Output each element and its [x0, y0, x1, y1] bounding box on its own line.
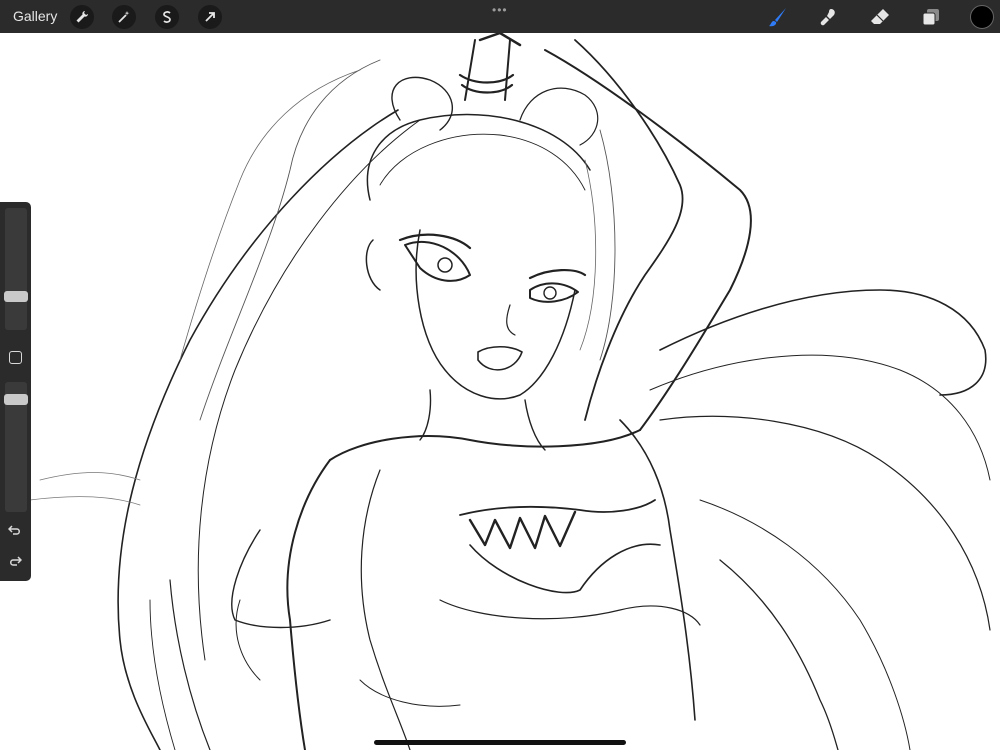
sketch-stroke	[231, 529, 331, 629]
sketch-stroke	[519, 87, 599, 146]
sketch-stroke	[360, 469, 411, 750]
redo-icon	[10, 556, 23, 566]
sketch-stroke	[544, 49, 752, 431]
transform-button[interactable]	[198, 5, 222, 29]
wrench-icon	[76, 11, 88, 23]
sketch-stroke	[506, 304, 516, 336]
sketch-stroke	[329, 429, 641, 461]
sketch-stroke	[366, 113, 591, 201]
sketch-stroke	[468, 510, 577, 550]
sketch-stroke	[359, 679, 461, 707]
sketch-stroke	[619, 419, 696, 721]
sketch-stroke	[404, 240, 471, 282]
actions-button[interactable]	[70, 5, 94, 29]
sketch-stroke	[437, 257, 453, 273]
sketch-stroke	[719, 559, 839, 750]
sketch-stroke	[286, 459, 331, 750]
sketch-stroke	[477, 345, 523, 371]
sketch-stroke	[659, 415, 991, 631]
smudge-icon	[820, 9, 835, 26]
sketch-stroke	[699, 499, 911, 750]
sketch-stroke	[419, 389, 546, 451]
sketch-stroke	[478, 33, 522, 47]
sketch-stroke	[459, 499, 656, 516]
top-toolbar: Gallery •••	[0, 0, 1000, 33]
sketch-stroke	[579, 159, 597, 351]
sketch-stroke	[29, 472, 141, 506]
modify-button[interactable]	[9, 351, 22, 364]
brush-size-thumb[interactable]	[4, 291, 28, 303]
sketch-stroke	[169, 579, 211, 750]
eraser-tool-button[interactable]	[869, 6, 891, 28]
sketch-stroke	[179, 69, 361, 361]
magic-wand-icon	[118, 11, 130, 23]
layers-button[interactable]	[920, 6, 942, 28]
redo-button[interactable]	[8, 555, 23, 570]
layers-icon	[922, 9, 939, 26]
brush-size-slider[interactable]	[5, 208, 27, 330]
gallery-button[interactable]: Gallery	[13, 8, 57, 24]
drawing-canvas[interactable]	[0, 33, 1000, 750]
sketch-stroke	[599, 129, 616, 361]
more-indicator[interactable]: •••	[492, 3, 508, 17]
selection-button[interactable]	[155, 5, 179, 29]
sketch-stroke	[199, 59, 381, 421]
color-picker-swatch[interactable]	[970, 5, 994, 29]
undo-icon	[7, 525, 20, 535]
opacity-thumb[interactable]	[4, 393, 28, 405]
sketch-stroke	[529, 282, 579, 303]
sketch-stroke	[149, 599, 176, 750]
transform-arrow-icon	[205, 12, 215, 22]
sketch-stroke	[391, 76, 453, 131]
sketch-stroke	[415, 229, 576, 400]
sketch-stroke	[117, 109, 399, 750]
sketch-stroke	[365, 239, 381, 291]
undo-button[interactable]	[7, 524, 22, 539]
adjustments-button[interactable]	[112, 5, 136, 29]
sketch-stroke	[379, 133, 586, 191]
brush-tool-button[interactable]	[767, 6, 789, 28]
home-indicator[interactable]	[374, 740, 626, 745]
selection-icon	[163, 11, 171, 23]
brush-icon	[769, 8, 786, 27]
eraser-icon	[871, 9, 889, 24]
sketch-stroke	[659, 289, 987, 396]
sketch-stroke	[543, 286, 557, 300]
sketch-stroke	[649, 354, 991, 481]
sketch-stroke	[235, 599, 261, 681]
left-sidebar	[0, 202, 31, 581]
smudge-tool-button[interactable]	[818, 6, 840, 28]
sketch-stroke	[574, 39, 684, 421]
sketch-stroke	[469, 543, 661, 594]
sketch-stroke	[439, 599, 701, 626]
